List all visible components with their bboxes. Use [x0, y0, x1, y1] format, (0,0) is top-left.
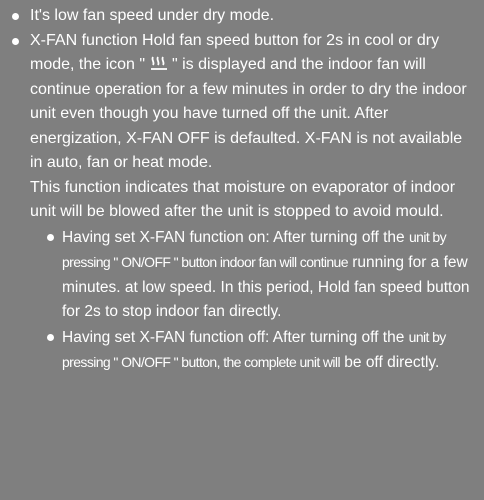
list-item-x-fan: X-FAN function Hold fan speed button for… — [8, 29, 474, 376]
x-fan-note: This function indicates that moisture on… — [30, 178, 456, 221]
x-fan-intro-after-icon: " is displayed and the indoor fan will c… — [30, 56, 467, 171]
x-fan-description: X-FAN function Hold fan speed button for… — [30, 29, 474, 176]
sub-item-x-fan-on: Having set X-FAN function on: After turn… — [30, 225, 474, 325]
sub-item-lead: Having set X-FAN function on: After turn… — [62, 228, 405, 246]
sub-item-rest: be off directly. — [344, 354, 440, 371]
x-fan-icon — [150, 56, 167, 70]
dry-mode-text: It's low fan speed under dry mode. — [30, 7, 275, 24]
list-item-dry-mode: It's low fan speed under dry mode. — [8, 4, 474, 29]
bullet-dot — [47, 233, 54, 241]
sub-item-lead: Having set X-FAN function off: After tur… — [62, 328, 405, 346]
bullet-dot — [12, 37, 19, 45]
manual-page: It's low fan speed under dry mode. X-FAN… — [0, 0, 484, 500]
bullet-dot — [47, 333, 54, 341]
sub-item-x-fan-off: Having set X-FAN function off: After tur… — [30, 325, 474, 376]
bullet-dot — [12, 13, 19, 20]
